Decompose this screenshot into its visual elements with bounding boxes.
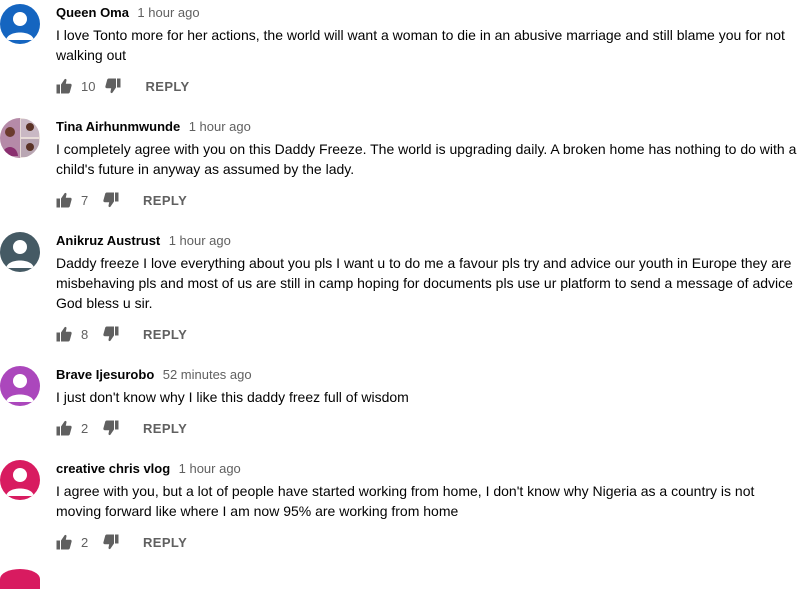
like-count: 7 — [81, 192, 89, 208]
dislike-button[interactable] — [103, 326, 119, 342]
comment-text: I completely agree with you on this Dadd… — [56, 141, 797, 177]
like-button[interactable] — [56, 326, 72, 342]
reply-button[interactable]: REPLY — [143, 327, 187, 342]
comment-timestamp[interactable]: 1 hour ago — [169, 233, 231, 248]
reply-button[interactable]: REPLY — [143, 535, 187, 550]
thumbs-up-icon — [56, 534, 72, 550]
avatar[interactable] — [0, 118, 40, 158]
comment-text: Daddy freeze I love everything about you… — [56, 255, 793, 311]
comment-text: I love Tonto more for her actions, the w… — [56, 27, 785, 63]
dislike-button[interactable] — [105, 78, 121, 94]
like-button[interactable] — [56, 192, 72, 208]
like-count: 8 — [81, 326, 89, 342]
avatar[interactable] — [0, 460, 40, 500]
reply-button[interactable]: REPLY — [145, 79, 189, 94]
comment-author[interactable]: Tina Airhunmwunde — [56, 119, 180, 134]
thumbs-down-icon — [103, 192, 119, 208]
thumbs-down-icon — [103, 534, 119, 550]
dislike-button[interactable] — [103, 420, 119, 436]
comment-author[interactable]: creative chris vlog — [56, 461, 170, 476]
thumbs-up-icon — [56, 78, 72, 94]
comment-author[interactable]: Brave Ijesurobo — [56, 367, 154, 382]
comment-actions: 10 REPLY — [56, 74, 190, 98]
avatar[interactable] — [0, 4, 40, 44]
reply-button[interactable]: REPLY — [143, 421, 187, 436]
comment-author[interactable]: Anikruz Austrust — [56, 233, 160, 248]
default-avatar-icon — [0, 232, 40, 272]
thumbs-down-icon — [105, 78, 121, 94]
comment-actions: 7 REPLY — [56, 188, 187, 212]
comment-actions: 2 REPLY — [56, 530, 187, 554]
like-count: 10 — [81, 78, 96, 94]
like-button[interactable] — [56, 78, 72, 94]
reply-button[interactable]: REPLY — [143, 193, 187, 208]
default-avatar-icon — [0, 366, 40, 406]
avatar[interactable] — [0, 569, 40, 589]
comment-timestamp[interactable]: 1 hour ago — [189, 119, 251, 134]
like-button[interactable] — [56, 420, 72, 436]
dislike-button[interactable] — [103, 192, 119, 208]
thumbs-up-icon — [56, 326, 72, 342]
comment-actions: 8 REPLY — [56, 322, 187, 346]
comment-actions: 2 REPLY — [56, 416, 187, 440]
thumbs-down-icon — [103, 420, 119, 436]
like-count: 2 — [81, 534, 89, 550]
default-avatar-icon — [0, 4, 40, 44]
comment-timestamp[interactable]: 1 hour ago — [137, 5, 199, 20]
thumbs-down-icon — [103, 326, 119, 342]
thumbs-up-icon — [56, 192, 72, 208]
comment-text: I agree with you, but a lot of people ha… — [56, 483, 755, 519]
avatar[interactable] — [0, 232, 40, 272]
thumbs-up-icon — [56, 420, 72, 436]
like-button[interactable] — [56, 534, 72, 550]
profile-photo-icon — [0, 118, 40, 158]
comment-author[interactable]: Queen Oma — [56, 5, 129, 20]
like-count: 2 — [81, 420, 89, 436]
comment-text: I just don't know why I like this daddy … — [56, 389, 409, 405]
avatar[interactable] — [0, 366, 40, 406]
comment-timestamp[interactable]: 1 hour ago — [179, 461, 241, 476]
default-avatar-icon — [0, 460, 40, 500]
dislike-button[interactable] — [103, 534, 119, 550]
comment-timestamp[interactable]: 52 minutes ago — [163, 367, 252, 382]
